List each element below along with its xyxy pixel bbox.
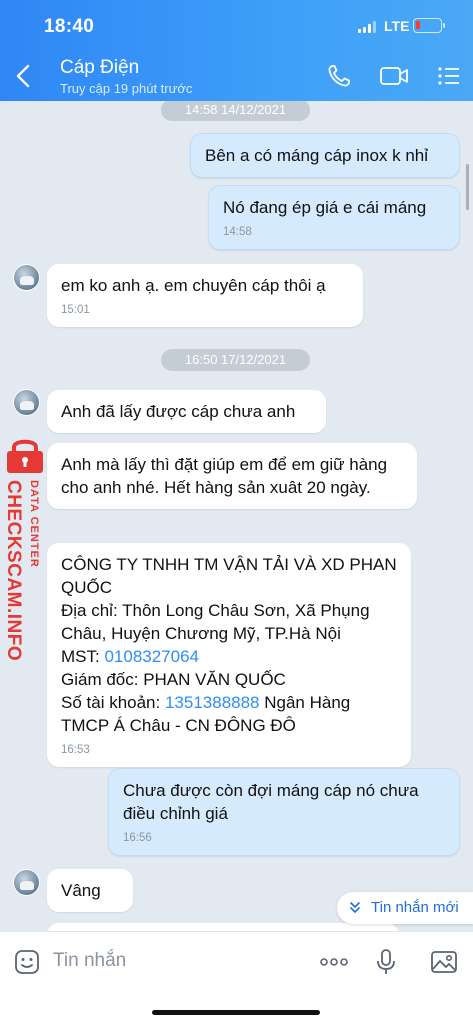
date-separator: 16:50 17/12/2021 bbox=[161, 349, 310, 371]
message-incoming[interactable]: Anh đã lấy được cáp chưa anh bbox=[47, 390, 326, 433]
mic-icon[interactable] bbox=[372, 948, 400, 976]
message-text: Bên a có máng cáp inox k nhỉ bbox=[205, 146, 429, 165]
contact-name[interactable]: Cáp Điện bbox=[60, 57, 139, 79]
avatar[interactable] bbox=[13, 869, 40, 896]
avatar[interactable] bbox=[13, 264, 40, 291]
new-messages-label: Tin nhắn mới bbox=[371, 899, 459, 916]
message-time: 16:56 bbox=[123, 832, 152, 844]
message-incoming[interactable] bbox=[47, 923, 399, 931]
message-time: 16:53 bbox=[61, 744, 90, 756]
more-icon[interactable] bbox=[318, 948, 350, 976]
composer-bar: Tin nhắn bbox=[0, 931, 473, 1024]
video-icon[interactable] bbox=[378, 62, 410, 90]
menu-icon[interactable] bbox=[435, 62, 463, 90]
message-text: Chưa được còn đợi máng cáp nó chưa điều … bbox=[123, 781, 419, 823]
message-incoming[interactable]: CÔNG TY TNHH TM VẬN TẢI VÀ XD PHAN QUỐC … bbox=[47, 543, 411, 767]
account-line: Số tài khoản: 1351388888 Ngân Hàng TMCP … bbox=[61, 691, 397, 737]
message-incoming[interactable]: Vâng bbox=[47, 869, 133, 912]
message-input[interactable]: Tin nhắn bbox=[53, 950, 126, 972]
home-indicator[interactable] bbox=[152, 1010, 320, 1015]
watermark-tag: DATA CENTER bbox=[28, 480, 40, 568]
message-incoming[interactable]: em ko anh ạ. em chuyên cáp thôi ạ 15:01 bbox=[47, 264, 363, 327]
watermark-brand: CHECKSCAM.INFO bbox=[3, 480, 24, 662]
message-outgoing[interactable]: Bên a có máng cáp inox k nhỉ bbox=[190, 133, 460, 178]
message-list[interactable]: 14:58 14/12/2021 Bên a có máng cáp inox … bbox=[0, 101, 473, 931]
account-label: Số tài khoản: bbox=[61, 693, 165, 712]
message-text: Anh đã lấy được cáp chưa anh bbox=[61, 402, 296, 421]
message-time: 14:58 bbox=[223, 226, 252, 238]
network-label: LTE bbox=[384, 18, 410, 34]
lock-icon bbox=[7, 439, 43, 473]
back-icon[interactable] bbox=[12, 62, 36, 90]
message-outgoing[interactable]: Nó đang ép giá e cái máng 14:58 bbox=[208, 185, 460, 250]
battery-icon bbox=[413, 18, 445, 33]
company-name: CÔNG TY TNHH TM VẬN TẢI VÀ XD PHAN QUỐC bbox=[61, 555, 397, 597]
message-outgoing[interactable]: Chưa được còn đợi máng cáp nó chưa điều … bbox=[108, 768, 460, 856]
sticker-icon[interactable] bbox=[13, 948, 41, 976]
new-messages-button[interactable]: Tin nhắn mới bbox=[337, 892, 473, 924]
message-time: 15:01 bbox=[61, 304, 90, 316]
date-separator: 14:58 14/12/2021 bbox=[161, 101, 310, 121]
director-line: Giám đốc: PHAN VĂN QUỐC bbox=[61, 670, 286, 689]
message-incoming[interactable]: Anh mà lấy thì đặt giúp em để em giữ hàn… bbox=[47, 443, 417, 509]
chevron-down-icon bbox=[350, 902, 360, 914]
message-text: em ko anh ạ. em chuyên cáp thôi ạ bbox=[61, 276, 326, 295]
tax-code-line: MST: 0108327064 bbox=[61, 645, 397, 668]
signal-icon bbox=[358, 21, 378, 33]
phone-icon[interactable] bbox=[325, 62, 353, 90]
message-text: Vâng bbox=[61, 881, 101, 900]
scrollbar[interactable] bbox=[466, 164, 469, 210]
account-number-link[interactable]: 1351388888 bbox=[165, 693, 260, 712]
status-bar: 18:40 LTE bbox=[0, 0, 473, 50]
chat-header: 18:40 LTE Cáp Điện Truy cập 19 phút trướ… bbox=[0, 0, 473, 101]
avatar[interactable] bbox=[13, 389, 40, 416]
tax-code-label: MST: bbox=[61, 647, 105, 666]
image-icon[interactable] bbox=[430, 948, 458, 976]
status-time: 18:40 bbox=[44, 16, 95, 37]
last-seen: Truy cập 19 phút trước bbox=[60, 81, 193, 96]
message-text: Nó đang ép giá e cái máng bbox=[223, 198, 427, 217]
address-line: Địa chỉ: Thôn Long Châu Sơn, Xã Phụng Ch… bbox=[61, 601, 370, 643]
message-text: Anh mà lấy thì đặt giúp em để em giữ hàn… bbox=[61, 455, 388, 497]
tax-code-link[interactable]: 0108327064 bbox=[104, 647, 199, 666]
